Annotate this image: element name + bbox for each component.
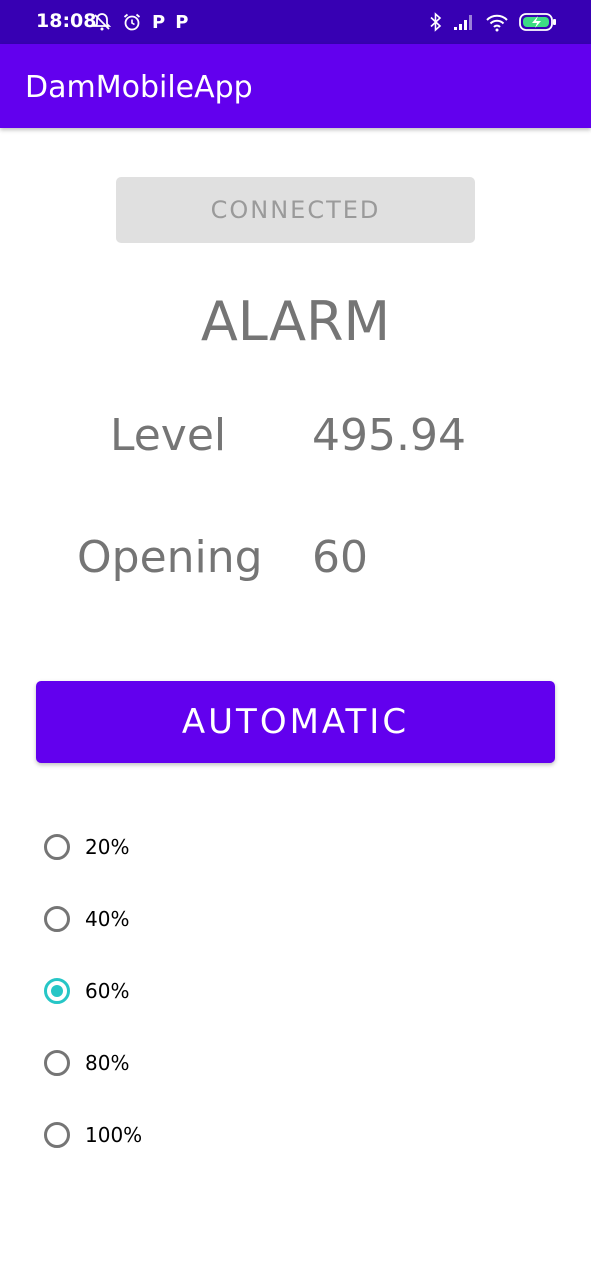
level-value: 495.94 [312,410,466,461]
status-icons-left: P P [92,10,188,34]
opening-value: 60 [312,532,368,583]
radio-button-80[interactable] [44,1050,70,1076]
status-time: 18:08 [36,10,97,32]
radio-option-100[interactable]: 100% [44,1115,142,1155]
radio-button-100[interactable] [44,1122,70,1148]
opening-label: Opening [77,532,263,583]
radio-selected-dot [51,985,63,997]
alarm-status: ALARM [200,290,391,353]
p-icon: P [152,11,166,33]
muted-notification-icon [92,12,112,32]
p-icon: P [175,11,189,33]
radio-option-80[interactable]: 80% [44,1043,129,1083]
radio-option-40[interactable]: 40% [44,899,129,939]
status-icons-right [429,10,557,34]
battery-charging-icon [519,12,557,32]
radio-label-60: 60% [85,979,130,1003]
app-bar: DamMobileApp [0,44,591,128]
radio-label-20: 20% [85,835,130,859]
radio-label-80: 80% [85,1051,130,1075]
radio-label-100: 100% [85,1123,143,1147]
radio-option-20[interactable]: 20% [44,827,129,867]
signal-icon [453,13,475,31]
radio-option-60[interactable]: 60% [44,971,129,1011]
radio-button-40[interactable] [44,906,70,932]
radio-button-60[interactable] [44,978,70,1004]
radio-button-20[interactable] [44,834,70,860]
level-label: Level [110,410,227,461]
bluetooth-icon [429,12,443,32]
automatic-mode-button[interactable]: AUTOMATIC [36,681,555,763]
status-bar: 18:08 P P [0,0,591,44]
app-title: DamMobileApp [25,70,253,105]
radio-label-40: 40% [85,907,130,931]
alarm-clock-icon [122,12,142,32]
connection-button[interactable]: CONNECTED [116,177,475,243]
wifi-icon [485,12,509,32]
